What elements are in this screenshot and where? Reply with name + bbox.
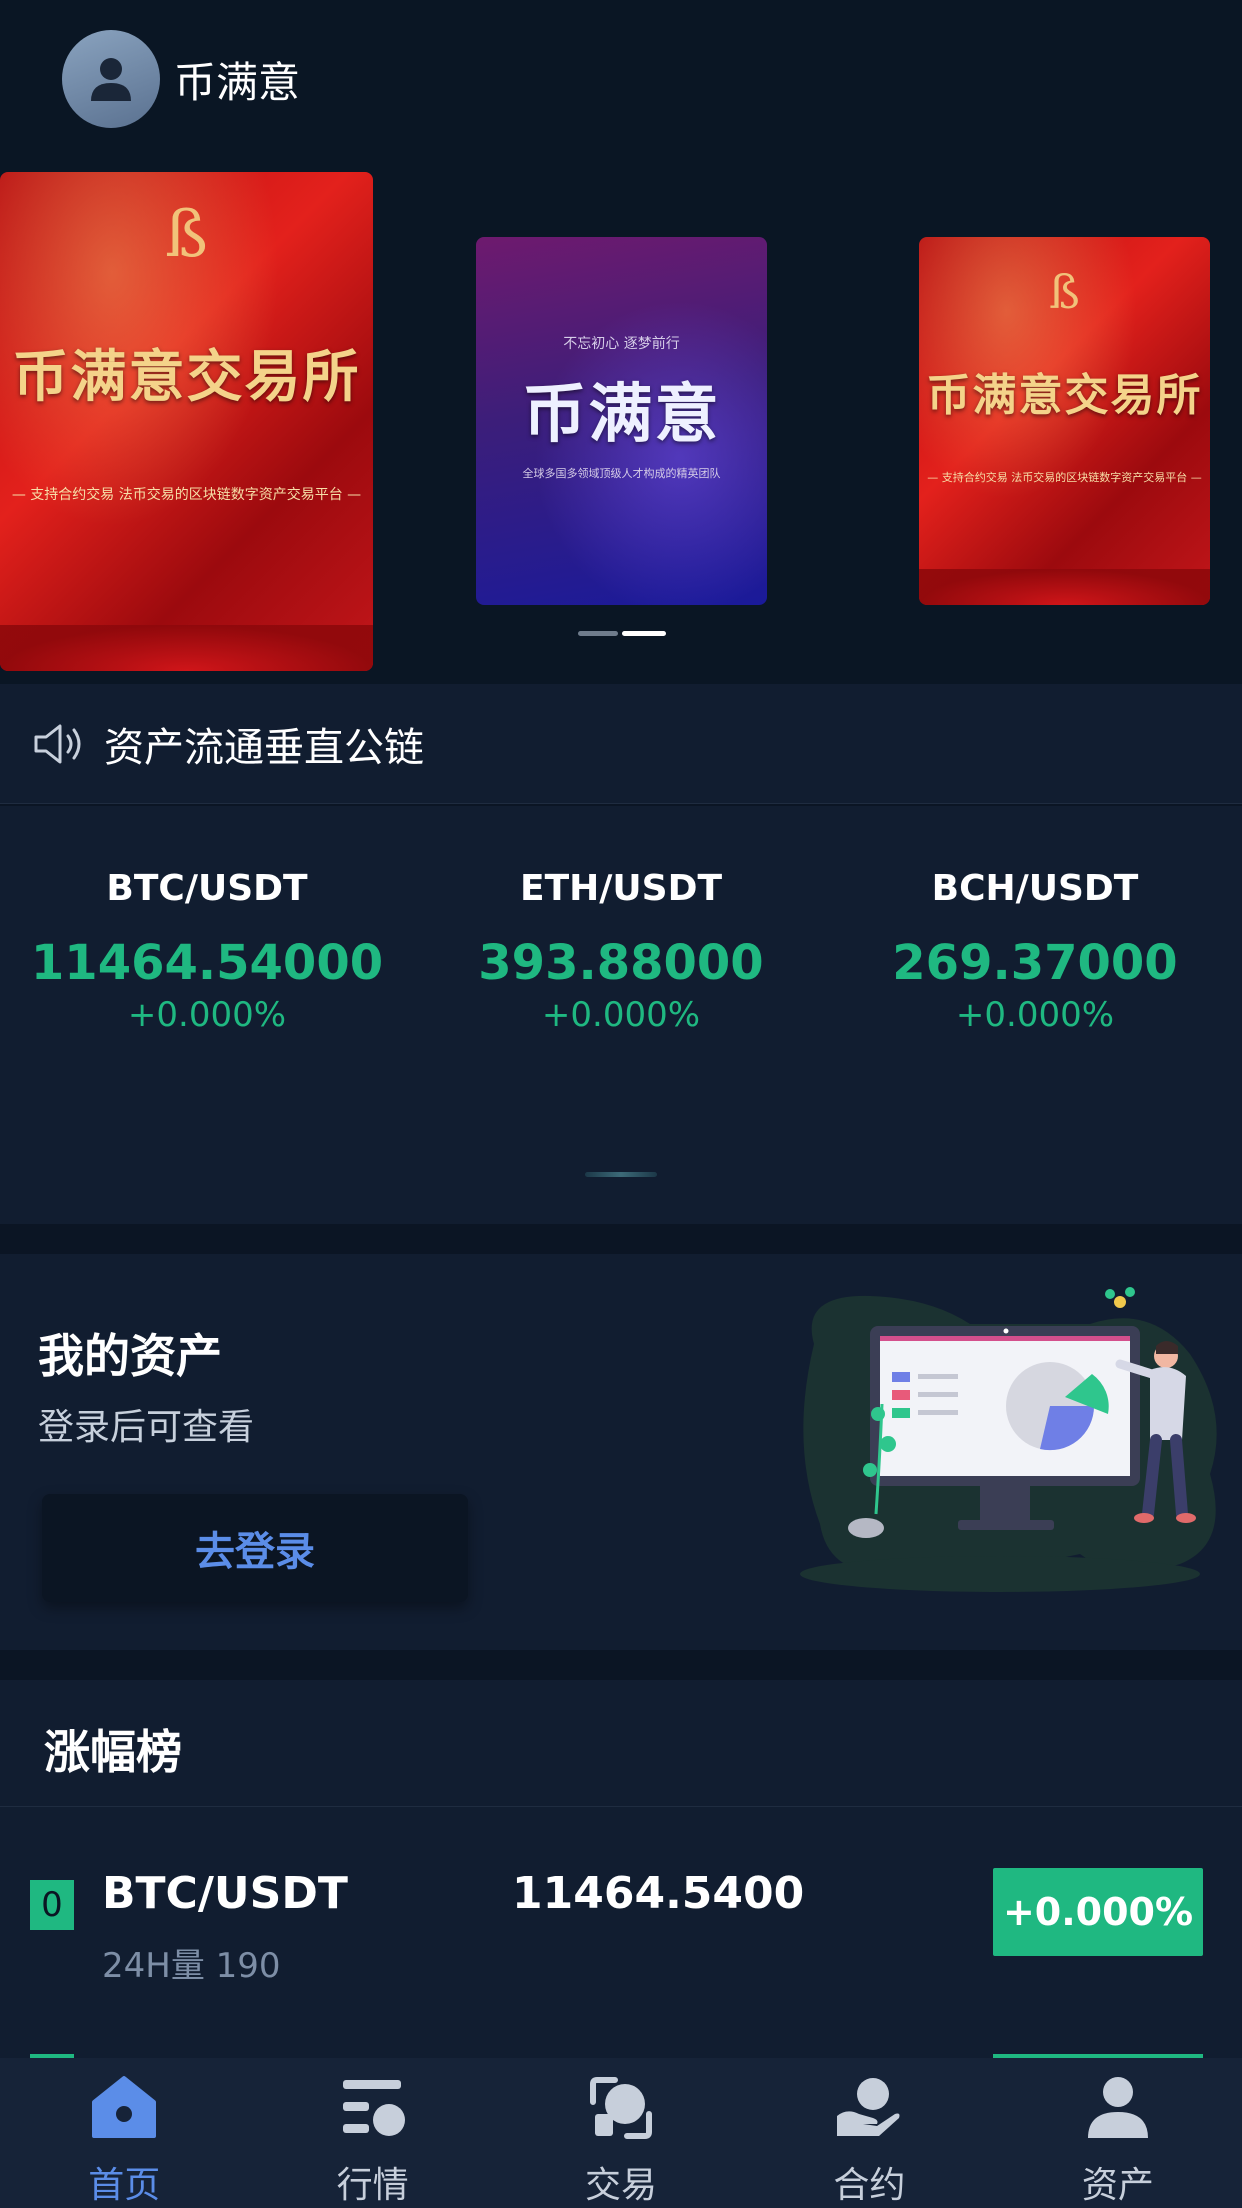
tab-label: 交易 — [585, 2165, 658, 2206]
pagination-dot — [578, 631, 618, 636]
tab-label: 合约 — [833, 2165, 906, 2206]
ticker-card[interactable]: BCH/USDT 269.37000 +0.000% — [828, 868, 1242, 1035]
assets-title: 我的资产 — [38, 1329, 222, 1383]
banner-slide-1[interactable]: ß 币满意交易所 — 支持合约交易 法币交易的区块链数字资产交易平台 — — [0, 172, 373, 671]
banner-subtitle: — 支持合约交易 法币交易的区块链数字资产交易平台 — — [927, 471, 1202, 484]
tab-trade[interactable]: 交易 — [497, 2058, 745, 2208]
assets-subtitle: 登录后可查看 — [38, 1407, 255, 1448]
avatar[interactable] — [62, 30, 160, 128]
banner-ribbon — [919, 569, 1210, 605]
gainers-row[interactable]: 0 BTC/USDT 24H量 190 11464.5400 +0.000% — [0, 1858, 1242, 1986]
pagination-dot-active — [622, 631, 666, 636]
banner-slide-3[interactable]: ß 币满意交易所 — 支持合约交易 法币交易的区块链数字资产交易平台 — — [919, 237, 1210, 605]
banner-slide-2[interactable]: 不忘初心 逐梦前行 币满意 全球多国多领域顶级人才构成的精英团队 — [476, 237, 767, 605]
tab-assets[interactable]: 资产 — [994, 2058, 1242, 2208]
app-name: 币满意 — [174, 57, 301, 107]
ticker-change: +0.000% — [127, 995, 287, 1035]
banner-title: 币满意 — [522, 377, 721, 452]
header: 币满意 — [62, 30, 300, 128]
row-price: 11464.5400 — [512, 1868, 805, 1919]
banner-title: 币满意交易所 — [12, 344, 361, 410]
tab-label: 首页 — [88, 2165, 161, 2206]
divider — [0, 1806, 1242, 1807]
row-change-badge[interactable]: +0.000% — [993, 1868, 1203, 1956]
ticker-pair: BTC/USDT — [106, 868, 308, 909]
banner-tagline: 不忘初心 逐梦前行 — [563, 336, 680, 352]
tab-contract[interactable]: 合约 — [745, 2058, 993, 2208]
ticker-price: 11464.54000 — [30, 935, 384, 991]
ticker-pair: BCH/USDT — [931, 868, 1139, 909]
notice-bar[interactable]: 资产流通垂直公链 — [0, 684, 1242, 804]
ticker-change: +0.000% — [541, 995, 701, 1035]
ticker-price: 393.88000 — [478, 935, 764, 991]
ticker-price: 269.37000 — [892, 935, 1178, 991]
rank-badge: 0 — [30, 1880, 74, 1930]
trade-icon — [590, 2077, 653, 2139]
tab-label: 行情 — [336, 2165, 409, 2206]
user-avatar-icon — [91, 58, 131, 101]
login-button[interactable]: 去登录 — [42, 1494, 468, 1602]
ticker-card[interactable]: ETH/USDT 393.88000 +0.000% — [414, 868, 828, 1035]
tab-market[interactable]: 行情 — [248, 2058, 496, 2208]
banner-subtitle: — 支持合约交易 法币交易的区块链数字资产交易平台 — — [11, 487, 362, 503]
tab-label: 资产 — [1081, 2165, 1154, 2206]
top-section: 币满意 ß 币满意交易所 — 支持合约交易 法币交易的区块链数字资产交易平台 —… — [0, 0, 1242, 684]
banner-subtitle: 全球多国多领域顶级人才构成的精英团队 — [522, 467, 721, 480]
market-icon — [342, 2080, 405, 2136]
row-pair: BTC/USDT — [102, 1868, 348, 1919]
gainers-title: 涨幅榜 — [44, 1725, 182, 1779]
ticker-panel: BTC/USDT 11464.54000 +0.000% ETH/USDT 39… — [0, 806, 1242, 1224]
assets-illustration — [800, 1287, 1217, 1592]
banner-logo-icon: ß — [165, 198, 208, 272]
banner-pagination — [578, 631, 666, 636]
speaker-icon — [34, 724, 81, 763]
my-assets-card: 我的资产 登录后可查看 去登录 — [0, 1254, 1242, 1650]
row-volume: 24H量 190 — [102, 1946, 281, 1986]
banner-logo-icon: ß — [1049, 265, 1080, 319]
tab-home[interactable]: 首页 — [0, 2058, 248, 2208]
ticker-pair: ETH/USDT — [519, 868, 723, 909]
home-icon — [92, 2076, 157, 2138]
ticker-pagination — [585, 1172, 657, 1177]
ticker-card[interactable]: BTC/USDT 11464.54000 +0.000% — [0, 868, 414, 1035]
banner-ribbon — [0, 625, 373, 671]
contract-icon — [837, 2078, 900, 2136]
ticker-change: +0.000% — [955, 995, 1115, 1035]
user-icon — [1087, 2077, 1148, 2138]
banner-title: 币满意交易所 — [926, 370, 1203, 421]
gainers-list: 涨幅榜 0 BTC/USDT 24H量 190 11464.5400 +0.00… — [0, 1680, 1242, 2060]
bottom-tab-bar: 首页 行情 交易 合约 资产 — [0, 2058, 1242, 2208]
notice-text: 资产流通垂直公链 — [104, 724, 424, 771]
